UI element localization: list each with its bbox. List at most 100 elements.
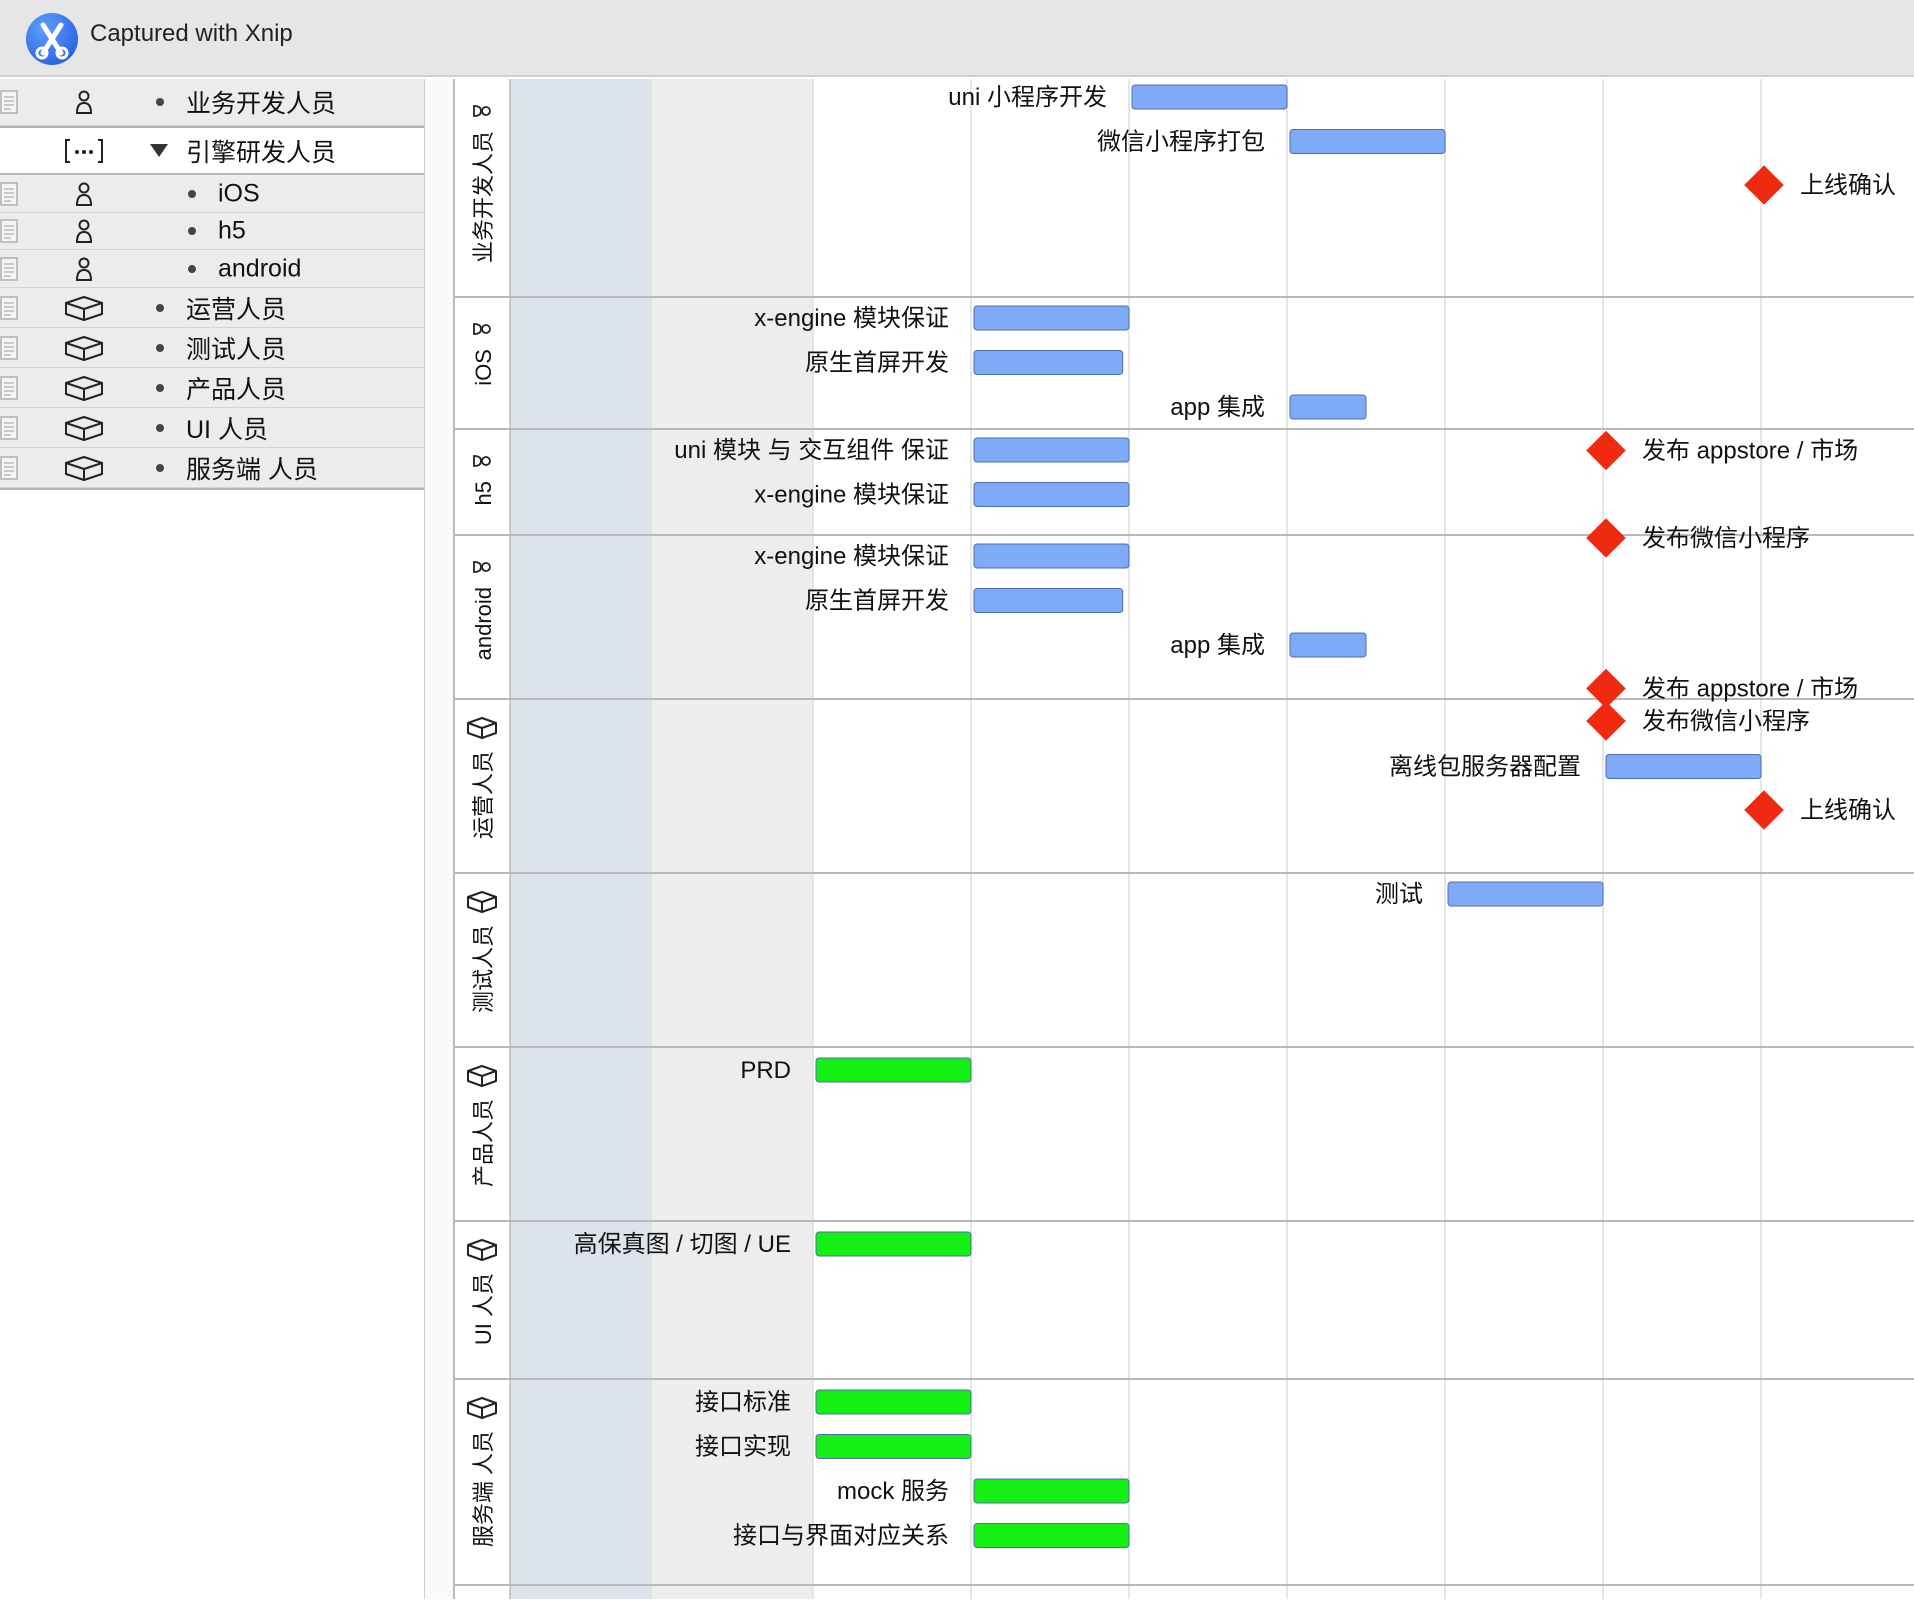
task-label: 接口标准: [695, 1389, 791, 1416]
gantt-svg: 业务开发人员 uni 小程序开发微信小程序打包上线确认 iOS x-engine 模块…: [455, 79, 1914, 1599]
task-bar[interactable]: [973, 543, 1130, 569]
lane-label: 业务开发人员: [471, 131, 496, 263]
milestone-label: 发布 appstore / 市场: [1642, 438, 1858, 465]
task-label: 高保真图 / 切图 / UE: [574, 1231, 791, 1258]
lane-label: h5: [471, 481, 496, 505]
task-label: 接口与界面对应关系: [733, 1523, 949, 1550]
sidebar-row-label: iOS: [218, 179, 260, 207]
window-title: Captured with Xnip: [90, 20, 293, 47]
note-document-icon[interactable]: [0, 295, 18, 320]
milestone-diamond[interactable]: [1586, 430, 1626, 471]
task-bar[interactable]: [1289, 632, 1367, 658]
person-icon: [62, 255, 106, 283]
task-bar[interactable]: [973, 305, 1130, 331]
window-titlebar: Captured with Xnip: [0, 0, 1914, 77]
lane-label: 运营人员: [471, 751, 496, 839]
milestone-diamond[interactable]: [1586, 701, 1626, 741]
note-document-icon[interactable]: [0, 90, 18, 114]
sidebar-row-label: 引擎研发人员: [186, 138, 337, 167]
sidebar-row-label: UI 人员: [186, 415, 268, 444]
sidebar-row[interactable]: h5: [0, 213, 424, 250]
note-document-icon[interactable]: [0, 455, 18, 480]
task-bar[interactable]: [815, 1231, 972, 1257]
task-label: 微信小程序打包: [1097, 129, 1265, 156]
sidebar-row[interactable]: UI 人员: [0, 408, 424, 448]
task-label: x-engine 模块保证: [754, 305, 949, 332]
task-bar[interactable]: [973, 350, 1124, 375]
milestone-diamond[interactable]: [1586, 518, 1626, 558]
task-label: 接口实现: [695, 1434, 791, 1461]
sidebar-row[interactable]: 服务端 人员: [0, 448, 424, 488]
sidebar-row[interactable]: 产品人员: [0, 368, 424, 408]
task-bar[interactable]: [1447, 881, 1604, 907]
sidebar-row[interactable]: android: [0, 250, 424, 288]
sidebar-splitter[interactable]: [425, 79, 455, 1599]
sidebar-row[interactable]: 引擎研发人员: [0, 126, 424, 175]
bullet-icon: [156, 383, 164, 392]
milestone-diamond[interactable]: [1744, 790, 1784, 830]
sidebar-row-label: 运营人员: [186, 295, 287, 324]
task-label: 原生首屏开发: [805, 588, 949, 615]
disclosure-triangle-icon[interactable]: [150, 143, 168, 157]
task-label: app 集成: [1170, 632, 1265, 659]
note-document-icon[interactable]: [0, 219, 18, 243]
milestone-diamond[interactable]: [1744, 165, 1784, 205]
task-bar[interactable]: [973, 1523, 1130, 1548]
bullet-icon: [156, 303, 164, 312]
task-label: x-engine 模块保证: [754, 482, 949, 509]
task-label: x-engine 模块保证: [754, 543, 949, 570]
lane-label: 测试人员: [471, 925, 496, 1013]
task-label: 测试: [1375, 881, 1423, 908]
bullet-icon: [156, 343, 164, 352]
sidebar-row-label: 服务端 人员: [186, 455, 318, 484]
person-icon: [62, 88, 106, 116]
sidebar-row-label: 业务开发人员: [186, 90, 337, 118]
task-bar[interactable]: [1605, 754, 1762, 779]
task-label: 原生首屏开发: [805, 350, 949, 377]
task-label: uni 模块 与 交互组件 保证: [674, 437, 949, 464]
task-bar[interactable]: [815, 1057, 972, 1083]
sidebar-row[interactable]: 运营人员: [0, 288, 424, 328]
sidebar-row-label: h5: [218, 216, 246, 245]
task-bar[interactable]: [1289, 129, 1446, 154]
person-icon: [62, 180, 106, 208]
bullet-icon: [156, 423, 164, 432]
sidebar-row-label: 产品人员: [186, 375, 287, 404]
sidebar-row[interactable]: 业务开发人员: [0, 79, 424, 126]
milestone-label: 发布微信小程序: [1642, 708, 1810, 735]
task-bar[interactable]: [973, 437, 1130, 463]
person-icon: [62, 217, 106, 245]
task-bar[interactable]: [815, 1389, 972, 1415]
bullet-icon: [156, 98, 164, 106]
task-bar[interactable]: [815, 1434, 972, 1459]
cube-icon: [62, 294, 106, 322]
lane-label: 产品人员: [471, 1099, 496, 1187]
note-document-icon[interactable]: [0, 181, 18, 206]
task-bar[interactable]: [1289, 394, 1367, 420]
task-bar[interactable]: [973, 1478, 1130, 1504]
note-document-icon[interactable]: [0, 415, 18, 440]
milestone-label: 上线确认: [1800, 797, 1896, 824]
note-document-icon[interactable]: [0, 335, 18, 360]
task-bar[interactable]: [973, 588, 1124, 613]
sidebar-row[interactable]: 测试人员: [0, 328, 424, 368]
task-label: app 集成: [1170, 394, 1265, 421]
bullet-icon: [188, 189, 196, 198]
task-label: mock 服务: [837, 1478, 949, 1505]
note-document-icon[interactable]: [0, 375, 18, 400]
milestone-label: 发布 appstore / 市场: [1642, 676, 1858, 703]
task-bar[interactable]: [1131, 84, 1288, 110]
bullet-icon: [156, 463, 164, 472]
sidebar-row[interactable]: iOS: [0, 175, 424, 213]
bullet-icon: [188, 264, 196, 273]
outline-sidebar: 业务开发人员 引擎研发人员 iOS h5 android 运营人员测试人员产品人员 UI 人…: [0, 79, 425, 1599]
group-bracket-icon: [62, 137, 106, 165]
cube-icon: [62, 454, 106, 482]
past-band: [510, 79, 652, 1599]
task-bar[interactable]: [973, 482, 1130, 507]
task-label: uni 小程序开发: [948, 84, 1107, 111]
note-document-icon[interactable]: [0, 256, 18, 281]
sidebar-row-label: android: [218, 254, 302, 282]
sidebar-list-end: [0, 488, 424, 490]
bullet-icon: [188, 227, 196, 235]
